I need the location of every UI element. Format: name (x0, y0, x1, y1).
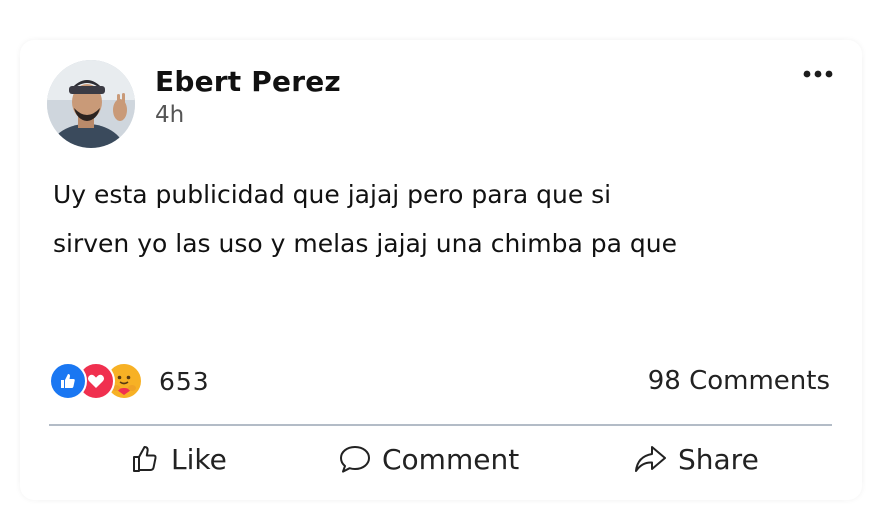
divider (49, 424, 832, 426)
like-reaction-icon (49, 362, 87, 400)
comments-count-link[interactable]: 98 Comments (648, 366, 830, 396)
more-dots-icon (803, 70, 833, 78)
comment-label: Comment (382, 442, 520, 476)
like-label: Like (171, 442, 227, 476)
comment-button[interactable]: Comment (338, 436, 519, 482)
thumbs-up-icon (133, 446, 157, 472)
more-options-button[interactable] (801, 64, 835, 84)
share-label: Share (678, 442, 759, 476)
avatar-photo-icon (47, 60, 135, 148)
speech-bubble-icon (340, 446, 370, 473)
like-button[interactable]: Like (129, 436, 227, 482)
avatar[interactable] (47, 60, 135, 148)
share-arrow-icon (635, 446, 666, 472)
post-actions-bar: Like Comment Share (49, 436, 832, 482)
reaction-count: 653 (159, 366, 210, 396)
share-button[interactable]: Share (632, 436, 759, 482)
post-text: Uy esta publicidad que jajaj pero para q… (53, 180, 677, 258)
post-card: Ebert Perez 4h Uy esta publicidad que ja… (20, 40, 862, 500)
reactions-summary[interactable]: 653 (49, 362, 210, 400)
post-timestamp[interactable]: 4h (155, 102, 184, 128)
author-name[interactable]: Ebert Perez (155, 65, 341, 98)
